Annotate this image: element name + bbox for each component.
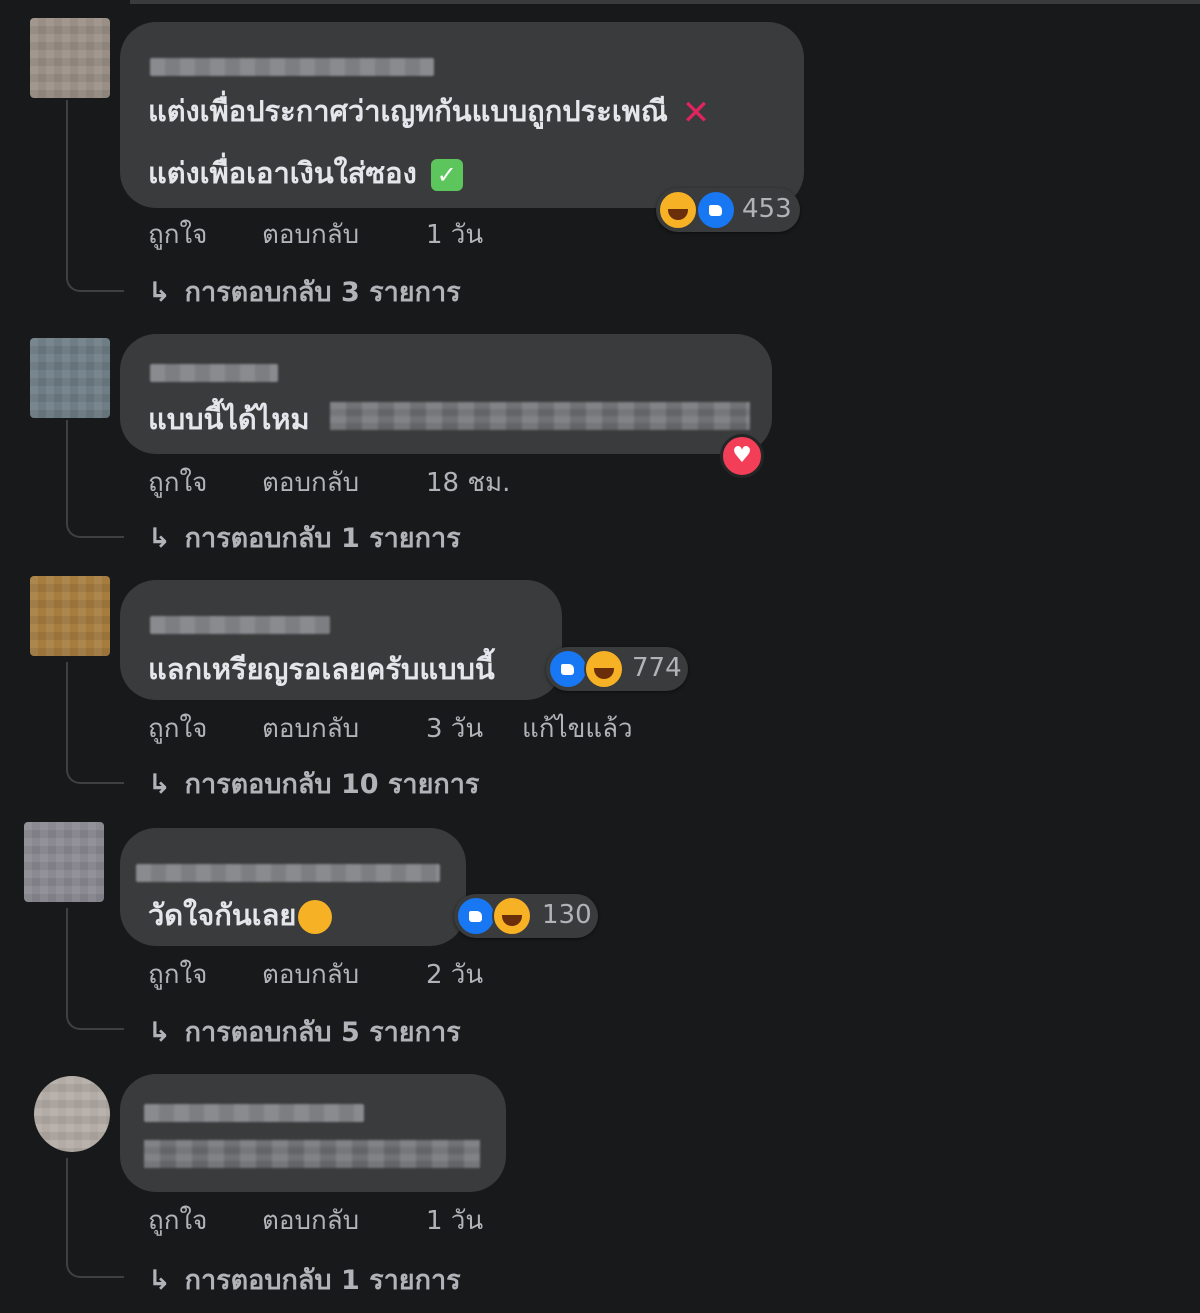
- reply-arrow-icon: ↳: [148, 1265, 171, 1296]
- timestamp[interactable]: 1 วัน: [426, 214, 483, 255]
- like-reaction-icon: [696, 190, 736, 230]
- reply-button[interactable]: ตอบกลับ: [262, 214, 359, 255]
- reaction-count: 130: [542, 900, 592, 930]
- timestamp[interactable]: 3 วัน: [426, 708, 483, 749]
- reply-arrow-icon: ↳: [148, 769, 171, 800]
- commenter-name-redacted[interactable]: [150, 364, 278, 382]
- timestamp[interactable]: 1 วัน: [426, 1200, 483, 1241]
- reply-button[interactable]: ตอบกลับ: [262, 462, 359, 503]
- reply-arrow-icon: ↳: [148, 1017, 171, 1048]
- thread-line: [66, 420, 124, 538]
- avatar[interactable]: [30, 338, 110, 418]
- like-button[interactable]: ถูกใจ: [148, 214, 207, 255]
- like-reaction-icon: [548, 649, 588, 689]
- thread-line: [66, 662, 124, 784]
- haha-reaction-icon: [658, 190, 698, 230]
- top-divider: [130, 0, 1200, 4]
- reaction-count: 774: [632, 653, 682, 683]
- avatar[interactable]: [30, 576, 110, 656]
- reply-arrow-icon: ↳: [148, 523, 171, 554]
- comment-text-redacted: [144, 1140, 480, 1168]
- view-replies-link[interactable]: ↳ การตอบกลับ 10 รายการ: [148, 762, 479, 805]
- like-button[interactable]: ถูกใจ: [148, 954, 207, 995]
- thread-line: [66, 908, 124, 1030]
- commenter-name-redacted[interactable]: [150, 58, 434, 76]
- comment-text-line-1: แต่งเพื่อประกาศว่าเญทกันแบบถูกประเพณี ✕: [148, 93, 711, 133]
- laughing-emoji-icon: [298, 900, 333, 934]
- view-replies-link[interactable]: ↳ การตอบกลับ 1 รายการ: [148, 1258, 461, 1301]
- like-reaction-icon: [456, 896, 496, 936]
- like-button[interactable]: ถูกใจ: [148, 462, 207, 503]
- reaction-summary[interactable]: 453: [656, 188, 800, 232]
- avatar[interactable]: [34, 1076, 110, 1152]
- comment-text: แลกเหรียญรอเลยครับแบบนี้: [148, 652, 495, 686]
- like-button[interactable]: ถูกใจ: [148, 1200, 207, 1241]
- comment-text-redacted: [330, 402, 750, 430]
- edited-label: แก้ไขแล้ว: [522, 714, 633, 744]
- haha-reaction-icon: [584, 649, 624, 689]
- view-replies-link[interactable]: ↳ การตอบกลับ 5 รายการ: [148, 1010, 461, 1053]
- avatar[interactable]: [30, 18, 110, 98]
- comment-text: แบบนี้ได้ไหม: [148, 402, 310, 436]
- commenter-name-redacted[interactable]: [144, 1104, 364, 1122]
- thread-line: [66, 100, 124, 292]
- timestamp[interactable]: 2 วัน: [426, 954, 483, 995]
- reaction-summary[interactable]: 130: [454, 894, 598, 938]
- reply-arrow-icon: ↳: [148, 277, 171, 308]
- reaction-summary[interactable]: 774: [546, 647, 688, 691]
- check-mark-icon: ✓: [430, 159, 463, 191]
- haha-reaction-icon: [492, 896, 532, 936]
- love-reaction-icon[interactable]: ♥: [720, 434, 764, 478]
- reply-button[interactable]: ตอบกลับ: [262, 1200, 359, 1241]
- view-replies-link[interactable]: ↳ การตอบกลับ 3 รายการ: [148, 270, 461, 313]
- view-replies-link[interactable]: ↳ การตอบกลับ 1 รายการ: [148, 516, 461, 559]
- reaction-count: 453: [742, 194, 792, 224]
- thread-line: [66, 1158, 124, 1278]
- timestamp[interactable]: 18 ชม.: [426, 462, 510, 503]
- reply-button[interactable]: ตอบกลับ: [262, 708, 359, 749]
- cross-mark-icon: ✕: [681, 93, 711, 133]
- comment-text: วัดใจกันเลย: [148, 892, 333, 938]
- like-button[interactable]: ถูกใจ: [148, 708, 207, 749]
- commenter-name-redacted[interactable]: [136, 864, 440, 882]
- commenter-name-redacted[interactable]: [150, 616, 330, 634]
- comment-bubble: [120, 1074, 506, 1192]
- reply-button[interactable]: ตอบกลับ: [262, 954, 359, 995]
- comment-text-line-2: แต่งเพื่อเอาเงินใส่ซอง ✓: [148, 150, 463, 196]
- avatar[interactable]: [24, 822, 104, 902]
